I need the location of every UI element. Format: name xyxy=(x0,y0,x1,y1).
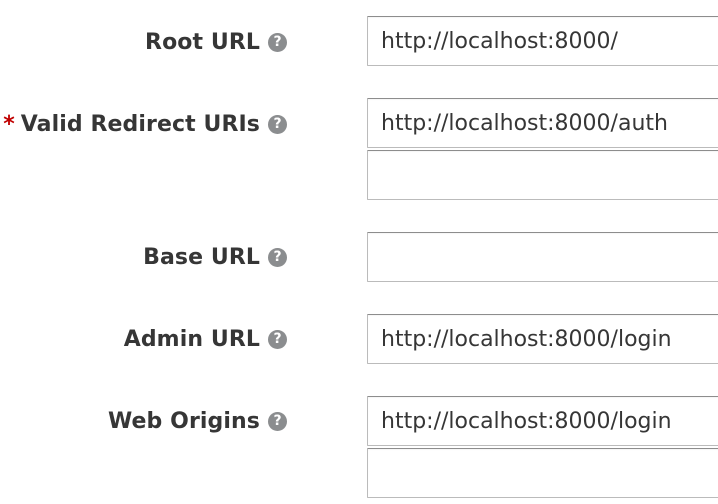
question-circle-icon[interactable]: ? xyxy=(268,247,287,267)
web-origins-label: Web Origins xyxy=(107,408,260,434)
admin-url-input[interactable] xyxy=(367,314,718,364)
question-circle-icon[interactable]: ? xyxy=(268,114,287,134)
base-url-label: Base URL xyxy=(143,244,260,270)
valid-redirect-uris-label-group: * Valid Redirect URIs ? xyxy=(3,109,287,139)
root-url-input[interactable] xyxy=(367,16,718,66)
question-circle-icon[interactable]: ? xyxy=(268,32,287,52)
question-circle-icon[interactable]: ? xyxy=(268,329,287,349)
root-url-label-group: Root URL ? xyxy=(145,27,287,57)
required-marker: * xyxy=(3,111,15,137)
valid-redirect-uri-input-2[interactable] xyxy=(367,150,718,200)
web-origin-input-1[interactable] xyxy=(367,396,718,446)
valid-redirect-uris-label: Valid Redirect URIs xyxy=(20,111,260,137)
question-circle-icon[interactable]: ? xyxy=(268,411,287,431)
base-url-label-group: Base URL ? xyxy=(143,242,287,272)
web-origins-label-group: Web Origins ? xyxy=(108,406,287,436)
admin-url-label-group: Admin URL ? xyxy=(124,324,287,354)
web-origin-input-2[interactable] xyxy=(367,448,718,498)
admin-url-label: Admin URL xyxy=(123,326,260,352)
root-url-label: Root URL xyxy=(145,29,260,55)
valid-redirect-uri-input-1[interactable] xyxy=(367,98,718,148)
base-url-input[interactable] xyxy=(367,232,718,282)
client-urls-form: Root URL ? * Valid Redirect URIs ? Base … xyxy=(0,0,718,504)
